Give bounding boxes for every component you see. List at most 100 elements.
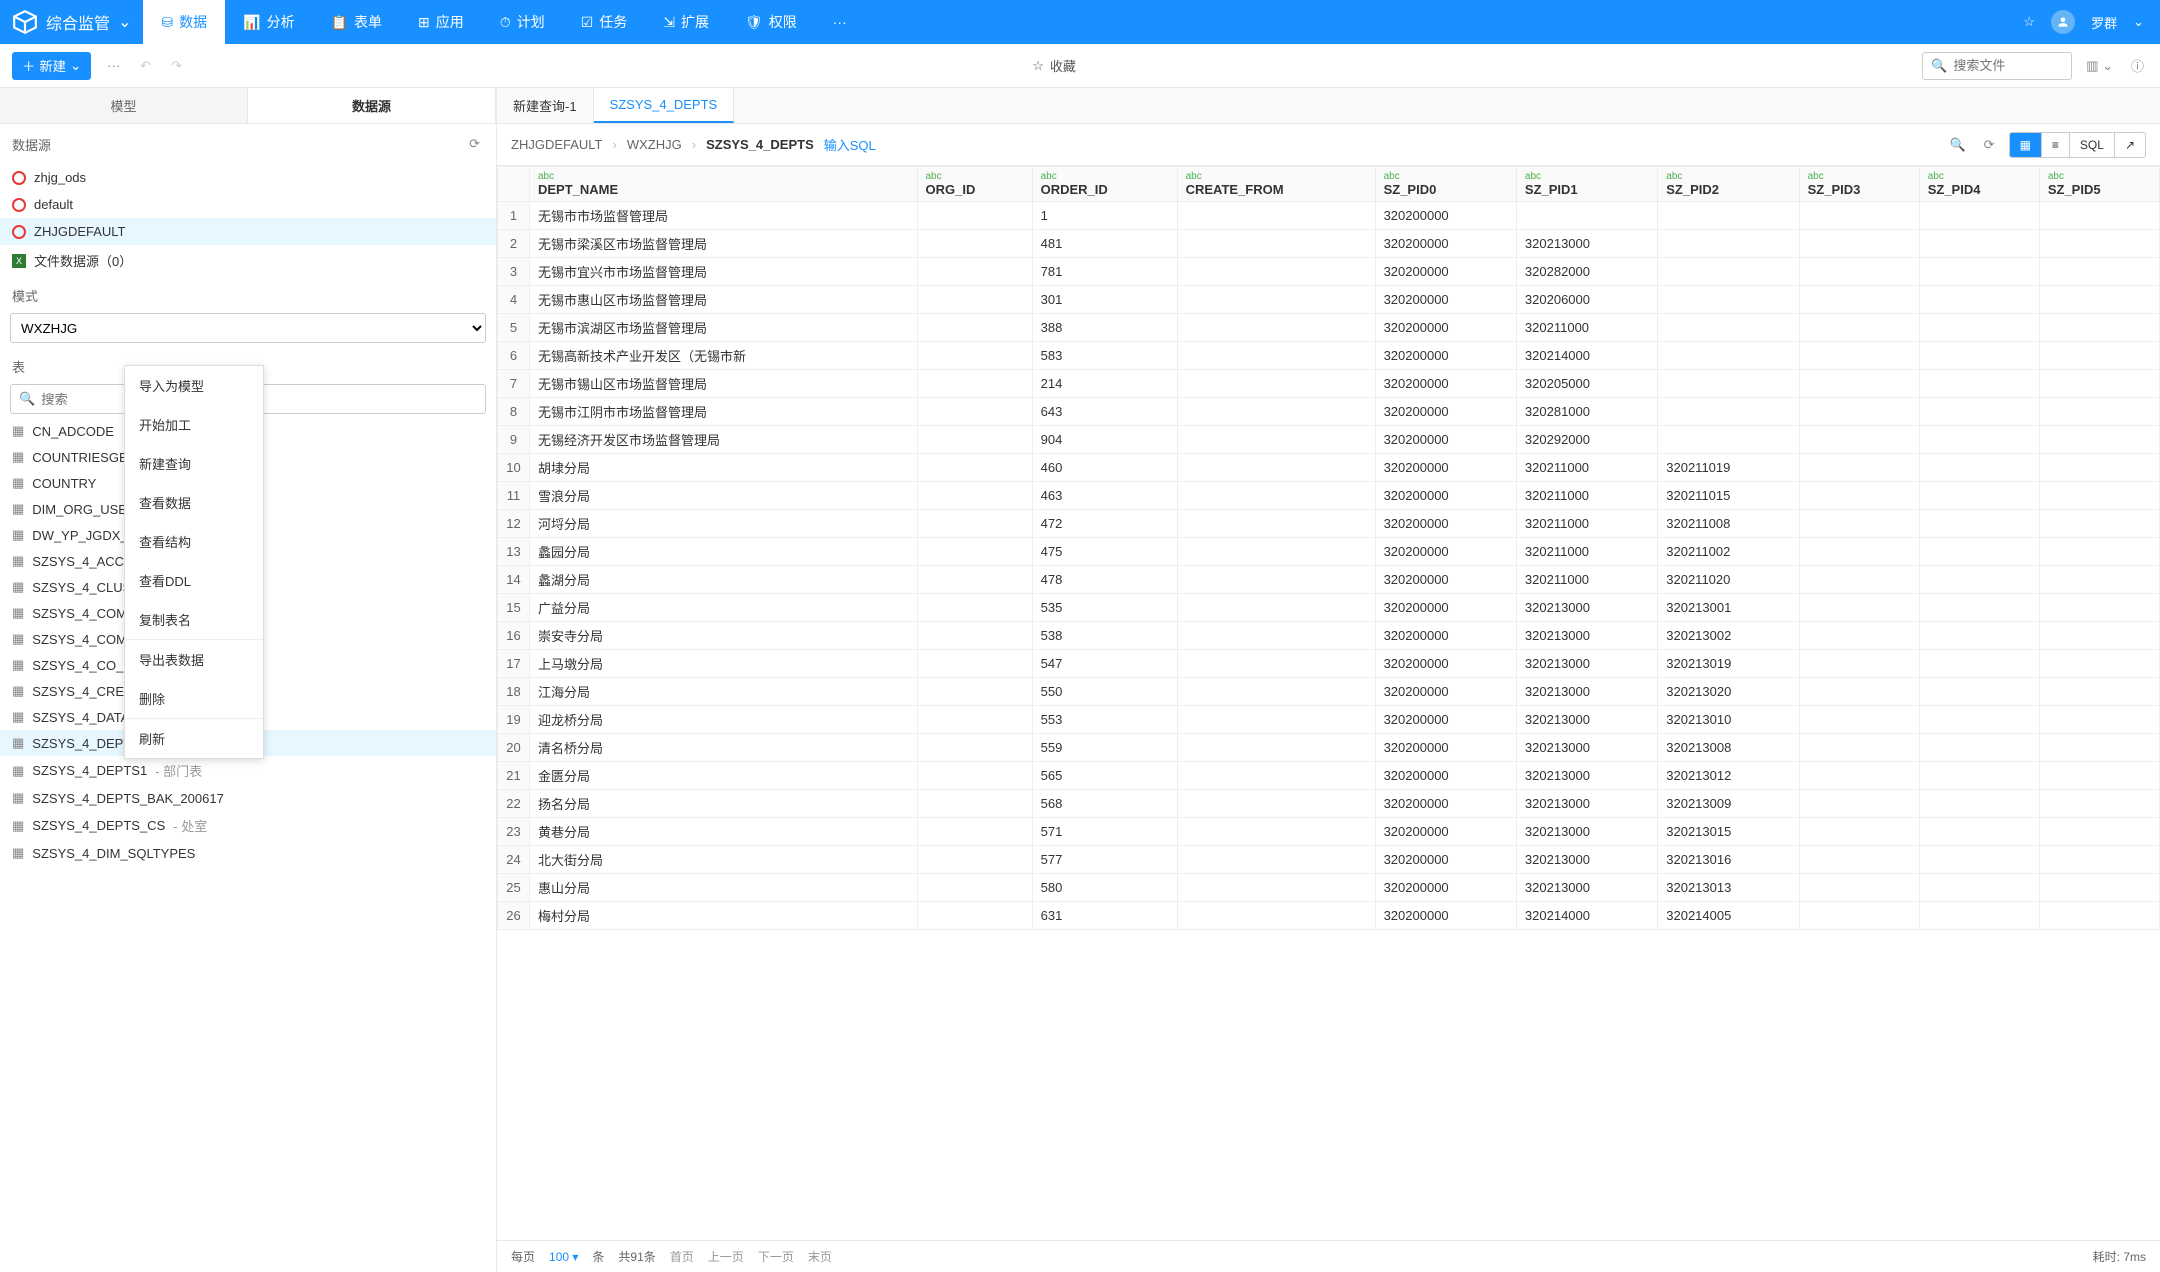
column-header[interactable]: abcSZ_PID1 xyxy=(1516,167,1657,202)
context-menu-item[interactable]: 导入为模型 xyxy=(125,366,263,405)
nav-任务[interactable]: ☑任务 xyxy=(563,0,646,44)
table-row[interactable]: 1无锡市市场监督管理局1320200000 xyxy=(498,202,2160,230)
table-row[interactable]: 24北大街分局577320200000320213000320213016 xyxy=(498,846,2160,874)
new-button[interactable]: ＋ 新建 ⌄ xyxy=(12,52,91,80)
star-icon[interactable]: ☆ xyxy=(2023,14,2035,30)
datasource-item[interactable]: X文件数据源（0） xyxy=(0,245,496,276)
sql-view-button[interactable]: SQL xyxy=(2070,133,2115,157)
chart-view-button[interactable]: ↗ xyxy=(2115,133,2145,157)
column-header[interactable]: abcORDER_ID xyxy=(1032,167,1177,202)
crumb-schema[interactable]: WXZHJG xyxy=(627,137,682,152)
next-page[interactable]: 下一页 xyxy=(758,1248,794,1265)
table-item[interactable]: ▦SZSYS_4_DEPTS_BAK_200617 xyxy=(0,785,496,811)
table-row[interactable]: 20清名桥分局559320200000320213000320213008 xyxy=(498,734,2160,762)
column-header[interactable]: abcSZ_PID3 xyxy=(1799,167,1919,202)
mode-select[interactable]: WXZHJG xyxy=(10,313,486,343)
first-page[interactable]: 首页 xyxy=(670,1248,694,1265)
user-avatar[interactable] xyxy=(2051,10,2075,34)
editor-tab[interactable]: SZSYS_4_DEPTS xyxy=(594,88,735,123)
table-row[interactable]: 10胡埭分局460320200000320211000320211019 xyxy=(498,454,2160,482)
nav-扩展[interactable]: ⇲扩展 xyxy=(645,0,727,44)
undo-icon[interactable]: ↶ xyxy=(136,54,155,78)
tab-datasource[interactable]: 数据源 xyxy=(248,88,496,123)
column-header[interactable]: abcORG_ID xyxy=(917,167,1032,202)
table-row[interactable]: 5无锡市滨湖区市场监督管理局388320200000320211000 xyxy=(498,314,2160,342)
info-icon[interactable]: ⓘ xyxy=(2127,52,2148,79)
refresh-icon[interactable]: ⟳ xyxy=(465,132,484,156)
layout-icon[interactable]: ▥ ⌄ xyxy=(2082,54,2117,78)
table-row[interactable]: 18江海分局550320200000320213000320213020 xyxy=(498,678,2160,706)
context-menu-item[interactable]: 复制表名 xyxy=(125,600,263,639)
table-row[interactable]: 3无锡市宜兴市市场监督管理局781320200000320282000 xyxy=(498,258,2160,286)
table-row[interactable]: 6无锡高新技术产业开发区（无锡市新583320200000320214000 xyxy=(498,342,2160,370)
prev-page[interactable]: 上一页 xyxy=(708,1248,744,1265)
app-logo[interactable]: 综合监管 ⌄ xyxy=(0,9,143,35)
column-header[interactable]: abcSZ_PID5 xyxy=(2039,167,2159,202)
grid-view-button[interactable]: ▦ xyxy=(2010,133,2042,157)
table-row[interactable]: 9无锡经济开发区市场监督管理局904320200000320292000 xyxy=(498,426,2160,454)
last-page[interactable]: 末页 xyxy=(808,1248,832,1265)
page-size[interactable]: 100 ▾ xyxy=(549,1250,578,1264)
nav-应用[interactable]: ⊞应用 xyxy=(400,0,482,44)
more-icon[interactable]: ··· xyxy=(103,54,124,77)
table-row[interactable]: 14蠡湖分局478320200000320211000320211020 xyxy=(498,566,2160,594)
input-sql-link[interactable]: 输入SQL xyxy=(824,135,876,154)
column-header[interactable]: abcSZ_PID0 xyxy=(1375,167,1516,202)
datasource-item[interactable]: default xyxy=(0,191,496,218)
excel-icon: X xyxy=(12,254,26,268)
table-row[interactable]: 26梅村分局631320200000320214000320214005 xyxy=(498,902,2160,930)
nav-分析[interactable]: 📊分析 xyxy=(225,0,312,44)
favorite-label[interactable]: 收藏 xyxy=(1050,56,1076,75)
refresh-icon[interactable]: ⟳ xyxy=(1980,133,1999,157)
context-menu-item[interactable]: 删除 xyxy=(125,679,263,718)
table-icon: ▦ xyxy=(12,790,24,806)
nav-more[interactable]: ··· xyxy=(815,14,865,30)
table-row[interactable]: 16崇安寺分局538320200000320213000320213002 xyxy=(498,622,2160,650)
search-icon[interactable]: 🔍 xyxy=(1945,133,1969,157)
editor-tab[interactable]: 新建查询-1 xyxy=(497,88,594,123)
table-row[interactable]: 17上马墩分局547320200000320213000320213019 xyxy=(498,650,2160,678)
search-input[interactable]: 🔍 xyxy=(1922,52,2072,80)
table-row[interactable]: 19迎龙桥分局553320200000320213000320213010 xyxy=(498,706,2160,734)
star-icon[interactable]: ☆ xyxy=(1032,58,1044,74)
table-row[interactable]: 12河埒分局472320200000320211000320211008 xyxy=(498,510,2160,538)
table-row[interactable]: 2无锡市梁溪区市场监督管理局481320200000320213000 xyxy=(498,230,2160,258)
table-row[interactable]: 11雪浪分局463320200000320211000320211015 xyxy=(498,482,2160,510)
column-header[interactable]: abcSZ_PID2 xyxy=(1658,167,1799,202)
crumb-ds[interactable]: ZHJGDEFAULT xyxy=(511,137,603,152)
nav-计划[interactable]: ⏱计划 xyxy=(482,0,563,44)
table-item[interactable]: ▦SZSYS_4_DEPTS1 - 部门表 xyxy=(0,756,496,785)
context-menu-item[interactable]: 刷新 xyxy=(125,719,263,758)
table-row[interactable]: 7无锡市锡山区市场监督管理局214320200000320205000 xyxy=(498,370,2160,398)
table-row[interactable]: 8无锡市江阴市市场监督管理局643320200000320281000 xyxy=(498,398,2160,426)
nav-权限[interactable]: 🛡权限 xyxy=(727,0,815,44)
table-row[interactable]: 23黄巷分局571320200000320213000320213015 xyxy=(498,818,2160,846)
nav-数据[interactable]: ⛁数据 xyxy=(143,0,225,44)
datasource-item[interactable]: zhjg_ods xyxy=(0,164,496,191)
table-row[interactable]: 15广益分局535320200000320213000320213001 xyxy=(498,594,2160,622)
table-icon: ▦ xyxy=(12,845,24,861)
table-row[interactable]: 25惠山分局580320200000320213000320213013 xyxy=(498,874,2160,902)
column-header[interactable]: abcSZ_PID4 xyxy=(1919,167,2039,202)
table-item[interactable]: ▦SZSYS_4_DIM_SQLTYPES xyxy=(0,840,496,866)
list-view-button[interactable]: ≡ xyxy=(2042,133,2070,157)
context-menu-item[interactable]: 查看DDL xyxy=(125,561,263,600)
user-name[interactable]: 罗群 xyxy=(2091,13,2117,32)
context-menu-item[interactable]: 新建查询 xyxy=(125,444,263,483)
redo-icon[interactable]: ↷ xyxy=(167,54,186,78)
table-row[interactable]: 21金匮分局565320200000320213000320213012 xyxy=(498,762,2160,790)
table-row[interactable]: 4无锡市惠山区市场监督管理局301320200000320206000 xyxy=(498,286,2160,314)
nav-表单[interactable]: 📋表单 xyxy=(313,0,400,44)
column-header[interactable]: abcCREATE_FROM xyxy=(1177,167,1375,202)
table-item[interactable]: ▦SZSYS_4_DEPTS_CS - 处室 xyxy=(0,811,496,840)
table-row[interactable]: 22扬名分局568320200000320213000320213009 xyxy=(498,790,2160,818)
table-row[interactable]: 13蠡园分局475320200000320211000320211002 xyxy=(498,538,2160,566)
context-menu-item[interactable]: 导出表数据 xyxy=(125,640,263,679)
table-context-menu: 导入为模型开始加工新建查询查看数据查看结构查看DDL复制表名导出表数据删除刷新 xyxy=(124,365,264,759)
tab-model[interactable]: 模型 xyxy=(0,88,248,123)
context-menu-item[interactable]: 查看数据 xyxy=(125,483,263,522)
context-menu-item[interactable]: 开始加工 xyxy=(125,405,263,444)
datasource-item[interactable]: ZHJGDEFAULT xyxy=(0,218,496,245)
context-menu-item[interactable]: 查看结构 xyxy=(125,522,263,561)
column-header[interactable]: abcDEPT_NAME xyxy=(530,167,918,202)
